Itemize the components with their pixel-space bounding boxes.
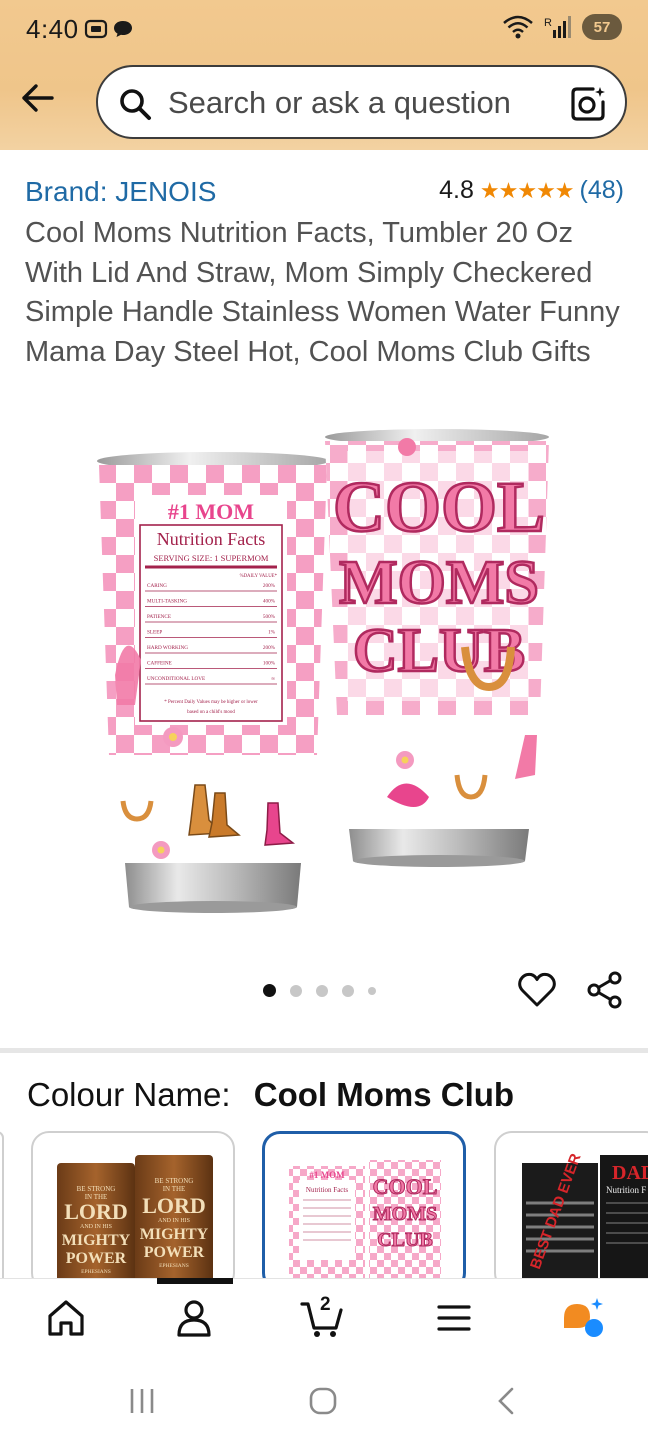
colour-name-row: Colour Name: Cool Moms Club	[27, 1076, 514, 1114]
footnote-line-1: * Percent Daily Values may be higher or …	[164, 700, 258, 705]
swatch-image: BE STRONG IN THE LORD AND IN HIS MIGHTY …	[57, 1155, 213, 1289]
swatch-1-line-4: AND IN HIS	[80, 1224, 112, 1230]
carousel-dot[interactable]	[316, 984, 328, 997]
star-rating-icon: ★★★★★	[479, 177, 575, 203]
swatch-2-cool: COOL	[373, 1174, 438, 1199]
heart-icon[interactable]	[517, 970, 557, 1010]
chat-bubble-icon	[114, 21, 132, 37]
nutrition-facts-title: Nutrition Facts	[157, 529, 266, 549]
recent-apps-icon[interactable]	[128, 1386, 156, 1416]
nutrition-row-value: 200%	[263, 645, 276, 651]
signal-icon: R	[544, 16, 571, 38]
product-title: Cool Moms Nutrition Facts, Tumbler 20 Oz…	[25, 217, 620, 368]
colour-label: Colour Name:	[27, 1076, 231, 1113]
rating-value: 4.8	[439, 176, 474, 204]
nutrition-row-label: UNCONDITIONAL LOVE	[147, 676, 205, 682]
swatch-cool-moms-club[interactable]: #1 MOM Nutrition Facts COOL MOMS CLUB	[262, 1131, 466, 1291]
wifi-icon	[503, 15, 533, 39]
cart-count-badge: 2	[320, 1294, 331, 1315]
swatch-1b-line-1: BE STRONG	[155, 1177, 194, 1185]
status-time: 4:40	[26, 14, 79, 44]
camera-lens-icon[interactable]	[569, 85, 607, 123]
cool-text: COOL	[333, 467, 545, 547]
home-system-icon[interactable]	[308, 1386, 338, 1416]
rufus-assistant-icon[interactable]	[560, 1296, 604, 1340]
carousel-dot[interactable]	[368, 986, 376, 995]
right-tumbler: COOL MOMS CLUB	[325, 429, 549, 867]
serving-size-text: SERVING SIZE: 1 SUPERMOM	[154, 553, 269, 563]
nutrition-row-label: HARD WORKING	[147, 645, 188, 651]
swatch-2-header: #1 MOM	[309, 1170, 345, 1180]
brand-link[interactable]: Brand: JENOIS	[25, 176, 216, 208]
swatch-image: BEST DAD EVER DAD Nutrition F	[522, 1151, 648, 1289]
swatch-2-title: Nutrition Facts	[306, 1186, 348, 1194]
swatch-2-club: CLUB	[377, 1229, 433, 1251]
swatch-1-line-7: EPHESIANS	[81, 1269, 111, 1275]
menu-icon[interactable]	[432, 1296, 476, 1340]
swatch-partial-left[interactable]	[0, 1131, 4, 1291]
swatch-1-line-6: POWER	[66, 1250, 127, 1267]
system-back-icon[interactable]	[494, 1386, 518, 1416]
section-divider	[0, 1048, 648, 1053]
left-tumbler: #1 MOM Nutrition Facts SERVING SIZE: 1 S…	[97, 452, 329, 913]
swatch-1-line-5: MIGHTY	[62, 1232, 131, 1249]
swatch-1b-line-6: POWER	[144, 1244, 205, 1261]
nutrition-row-label: SLEEP	[147, 630, 162, 636]
review-count-link[interactable]: (48)	[580, 176, 624, 205]
search-icon	[120, 89, 151, 120]
swatch-1b-line-3: LORD	[142, 1193, 206, 1218]
search-bar[interactable]	[96, 65, 627, 139]
swatch-3-nutrition: Nutrition F	[606, 1185, 646, 1195]
signal-roaming-label: R	[544, 17, 552, 29]
swatch-2-moms: MOMS	[373, 1203, 437, 1225]
nutrition-row-value: 200%	[263, 583, 276, 589]
image-carousel-indicator[interactable]	[263, 984, 376, 997]
account-icon[interactable]	[172, 1296, 216, 1340]
rating-summary[interactable]: 4.8 ★★★★★ (48)	[439, 176, 624, 205]
swatch-1-line-3: LORD	[64, 1199, 128, 1224]
swatch-1-line-1: BE STRONG	[77, 1185, 116, 1193]
swatch-1b-line-4: AND IN HIS	[158, 1218, 190, 1224]
nutrition-row-label: PATIENCE	[147, 614, 171, 620]
club-text: CLUB	[353, 617, 525, 685]
daily-value-header: %DAILY VALUE*	[240, 574, 278, 579]
swatch-3-dad: DAD	[612, 1162, 648, 1184]
carousel-dot[interactable]	[342, 984, 354, 997]
swatch-1b-line-7: EPHESIANS	[159, 1263, 189, 1269]
colour-value: Cool Moms Club	[253, 1076, 515, 1113]
nutrition-row-value: 100%	[263, 661, 276, 667]
search-input[interactable]	[168, 81, 538, 125]
footnote-line-2: based on a child's mood	[187, 710, 235, 715]
back-arrow-icon[interactable]	[18, 78, 58, 118]
nutrition-row-label: CAFFEINE	[147, 661, 172, 667]
nutrition-row-value: ∞	[271, 676, 275, 682]
screenshot-icon	[84, 19, 108, 39]
status-bar: 4:40 R 57	[0, 0, 648, 60]
swatch-1b-line-2: IN THE	[163, 1185, 186, 1193]
swatch-best-dad-ever[interactable]: BEST DAD EVER DAD Nutrition F	[494, 1131, 648, 1291]
battery-indicator: 57	[582, 14, 622, 40]
nutrition-row-label: CARING	[147, 583, 167, 589]
swatch-1b-line-5: MIGHTY	[140, 1226, 209, 1243]
nutrition-row-label: MULTI-TASKING	[147, 599, 187, 605]
moms-text: MOMS	[339, 549, 539, 617]
product-image[interactable]: #1 MOM Nutrition Facts SERVING SIZE: 1 S…	[85, 425, 565, 925]
swatch-lord-mighty-power[interactable]: BE STRONG IN THE LORD AND IN HIS MIGHTY …	[31, 1131, 235, 1291]
swatch-image: #1 MOM Nutrition Facts COOL MOMS CLUB	[289, 1160, 441, 1288]
home-icon[interactable]	[44, 1296, 88, 1340]
left-header-text: #1 MOM	[168, 499, 254, 524]
nutrition-row-value: 400%	[263, 599, 276, 605]
nutrition-row-value: 1%	[268, 630, 276, 636]
share-icon[interactable]	[585, 970, 625, 1010]
carousel-dot[interactable]	[263, 984, 276, 997]
active-tab-indicator	[157, 1278, 233, 1284]
carousel-dot[interactable]	[290, 984, 302, 997]
nutrition-row-value: 500%	[263, 614, 276, 620]
